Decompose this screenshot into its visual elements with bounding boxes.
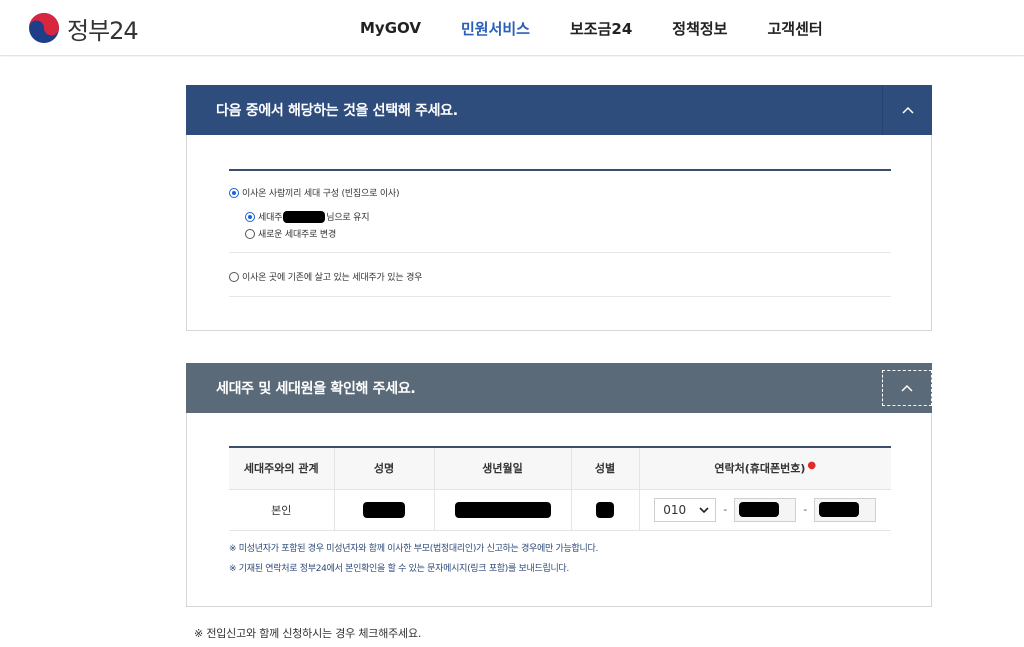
cell-name [333,489,434,531]
table-row: 본인 010 - - [229,489,892,531]
taegeuk-logo-icon [29,13,59,43]
cell-gender [570,489,639,531]
household-members-panel: 세대주 및 세대원을 확인해 주세요. 세대주와의 관계 성명 생년월일 성별 … [186,363,932,607]
phone-dash: - [723,503,728,516]
note-minor: ※ 미성년자가 포함된 경우 미성년자와 함께 이사한 부모(법정대리인)가 신… [229,544,599,554]
keep-householder-prefix: 세대주 [258,213,283,223]
members-table: 세대주와의 관계 성명 생년월일 성별 연락처(휴대폰번호) ● 본인 010 … [229,446,891,531]
section-divider [229,169,891,171]
cell-phone: 010 - - [638,489,892,531]
collapse-button[interactable] [882,370,932,406]
main-nav: MyGOV 민원서비스 보조금24 정책정보 고객센터 [340,0,843,56]
bottom-note: ※ 전입신고와 함께 신청하시는 경우 체크해주세요. [194,627,422,640]
cell-birthdate [433,489,571,531]
option-new-household[interactable]: 이사온 사람끼리 세대 구성 (빈집으로 이사) [229,186,399,199]
household-option-header: 다음 중에서 해당하는 것을 선택해 주세요. [186,85,932,135]
option-new-household-label: 이사온 사람끼리 세대 구성 (빈집으로 이사) [242,189,400,199]
col-phone: 연락처(휴대폰번호) ● [638,447,891,490]
nav-customer-center[interactable]: 고객센터 [767,18,822,39]
col-relation: 세대주와의 관계 [229,447,334,490]
main-content: 다음 중에서 해당하는 것을 선택해 주세요. 이사온 사람끼리 세대 구성 (… [0,57,1024,647]
change-householder-label: 새로운 세대주로 변경 [258,230,337,240]
nav-mygov[interactable]: MyGOV [360,19,421,37]
col-birthdate: 생년월일 [433,447,571,490]
note-sms: ※ 기재된 연락처로 정부24에서 본인확인을 할 수 있는 문자메시지(링크 … [229,564,569,574]
redacted-phone-middle [739,502,780,517]
redacted-birthdate [454,501,551,518]
chevron-up-icon [901,106,914,114]
gov24-logo[interactable]: 정부24 [28,11,139,45]
collapse-button[interactable] [882,85,932,135]
keep-householder-suffix: 님으로 유지 [326,213,370,223]
option-divider [229,296,891,297]
option-change-householder[interactable]: 새로운 세대주로 변경 [245,227,336,240]
col-gender: 성별 [570,447,639,490]
member-notes: ※ 미성년자가 포함된 경우 미성년자와 함께 이사한 부모(법정대리인)가 신… [229,539,598,579]
phone-middle-input[interactable] [734,497,797,522]
col-name: 성명 [333,447,434,490]
household-members-title: 세대주 및 세대원을 확인해 주세요. [216,381,416,397]
option-existing-householder-label: 이사온 곳에 기존에 살고 있는 세대주가 있는 경우 [242,273,423,283]
site-header: 정부24 MyGOV 민원서비스 보조금24 정책정보 고객센터 [0,0,1024,56]
redacted-name [363,501,405,518]
cell-relation: 본인 [229,489,334,531]
household-option-panel: 다음 중에서 해당하는 것을 선택해 주세요. 이사온 사람끼리 세대 구성 (… [186,85,932,331]
phone-last-input[interactable] [814,497,877,522]
radio-new-household[interactable] [229,187,239,198]
chevron-down-icon [699,506,709,513]
phone-inputs: 010 - - [640,497,892,522]
redacted-gender [596,501,614,518]
radio-keep-householder[interactable] [245,211,255,222]
option-divider [229,252,891,253]
nav-civil-service[interactable]: 민원서비스 [461,18,530,39]
option-existing-householder[interactable]: 이사온 곳에 기존에 살고 있는 세대주가 있는 경우 [229,270,422,283]
household-members-header: 세대주 및 세대원을 확인해 주세요. [186,363,932,413]
redacted-name [283,210,326,223]
radio-change-householder[interactable] [245,228,255,239]
redacted-phone-last [819,502,860,517]
table-header-row: 세대주와의 관계 성명 생년월일 성별 연락처(휴대폰번호) ● [229,447,891,490]
nav-subsidy24[interactable]: 보조금24 [570,18,632,39]
phone-prefix-value: 010 [663,502,687,517]
phone-dash: - [803,503,808,516]
col-phone-label: 연락처(휴대폰번호) [714,462,806,476]
nav-policy-info[interactable]: 정책정보 [672,18,727,39]
radio-existing-householder[interactable] [229,271,239,282]
chevron-up-icon [901,384,913,392]
option-keep-householder[interactable]: 세대주 님으로 유지 [245,210,370,223]
phone-prefix-select[interactable]: 010 [654,497,717,522]
logo-text: 정부24 [67,16,139,45]
required-dot-icon: ● [807,460,817,472]
household-option-title: 다음 중에서 해당하는 것을 선택해 주세요. [216,103,458,119]
